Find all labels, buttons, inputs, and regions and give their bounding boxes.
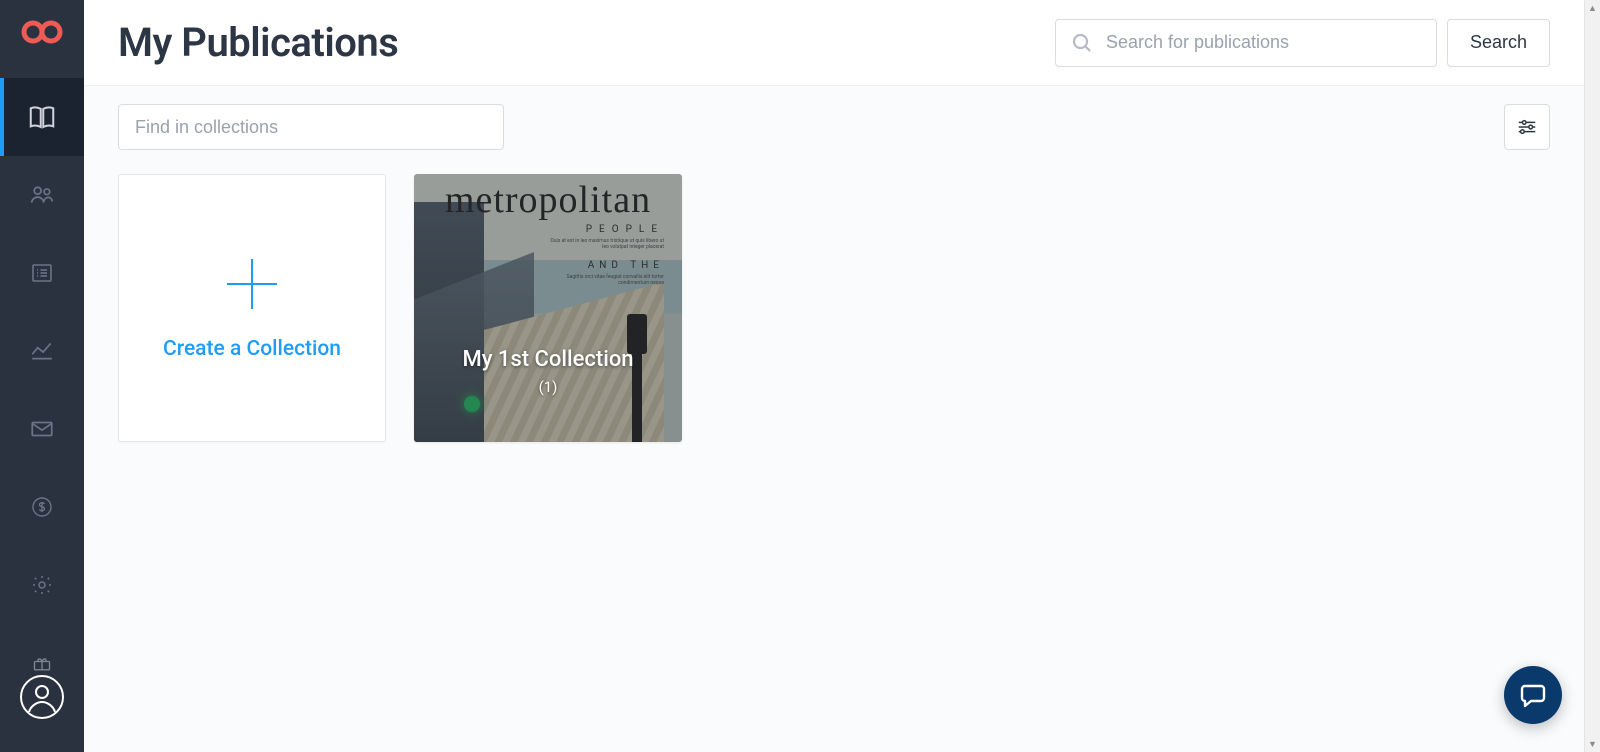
search-icon xyxy=(1070,31,1094,55)
sidebar-item-people[interactable] xyxy=(0,156,84,234)
content: Create a Collection metropolitan PEOPLE … xyxy=(84,86,1584,752)
account-avatar-icon xyxy=(19,674,65,720)
collection-count: (1) xyxy=(539,378,558,396)
window-scrollbar[interactable]: ▲ ▼ xyxy=(1584,0,1600,752)
list-box-icon xyxy=(30,261,54,285)
sidebar-item-publications[interactable] xyxy=(0,78,84,156)
scroll-up-arrow[interactable]: ▲ xyxy=(1588,0,1597,16)
sidebar-item-billing[interactable] xyxy=(0,468,84,546)
create-collection-card[interactable]: Create a Collection xyxy=(118,174,386,442)
gift-icon xyxy=(32,656,52,672)
page-header: My Publications Search xyxy=(84,0,1584,86)
brand-logo xyxy=(21,18,63,50)
publications-search-input[interactable] xyxy=(1106,32,1422,53)
help-chat-button[interactable] xyxy=(1504,666,1562,724)
plus-icon xyxy=(223,255,281,313)
chart-line-icon xyxy=(29,338,55,364)
collections-toolbar xyxy=(118,104,1550,150)
sidebar xyxy=(0,0,84,752)
book-open-icon xyxy=(27,102,57,132)
sliders-icon xyxy=(1516,116,1538,138)
sidebar-item-analytics[interactable] xyxy=(0,312,84,390)
sidebar-item-settings[interactable] xyxy=(0,546,84,624)
collections-grid: Create a Collection metropolitan PEOPLE … xyxy=(118,174,1550,442)
scroll-track[interactable] xyxy=(1585,16,1600,736)
search-button[interactable]: Search xyxy=(1447,19,1550,67)
sidebar-item-mail[interactable] xyxy=(0,390,84,468)
collection-overlay: My 1st Collection (1) xyxy=(414,174,682,442)
page-title: My Publications xyxy=(118,19,398,66)
gear-icon xyxy=(30,573,54,597)
create-collection-label: Create a Collection xyxy=(163,337,341,361)
scroll-down-arrow[interactable]: ▼ xyxy=(1588,736,1597,752)
filter-button[interactable] xyxy=(1504,104,1550,150)
envelope-icon xyxy=(29,416,55,442)
collection-name: My 1st Collection xyxy=(462,347,633,372)
dollar-circle-icon xyxy=(30,495,54,519)
users-icon xyxy=(29,182,55,208)
main-area: My Publications Search xyxy=(84,0,1584,752)
header-actions: Search xyxy=(1055,19,1550,67)
collection-card[interactable]: metropolitan PEOPLE Duis at est in leo m… xyxy=(414,174,682,442)
sidebar-nav xyxy=(0,78,84,732)
publications-search[interactable] xyxy=(1055,19,1437,67)
sidebar-item-account[interactable] xyxy=(0,668,84,732)
sidebar-item-forms[interactable] xyxy=(0,234,84,312)
find-collections-input[interactable] xyxy=(118,104,504,150)
chat-icon xyxy=(1519,681,1547,709)
